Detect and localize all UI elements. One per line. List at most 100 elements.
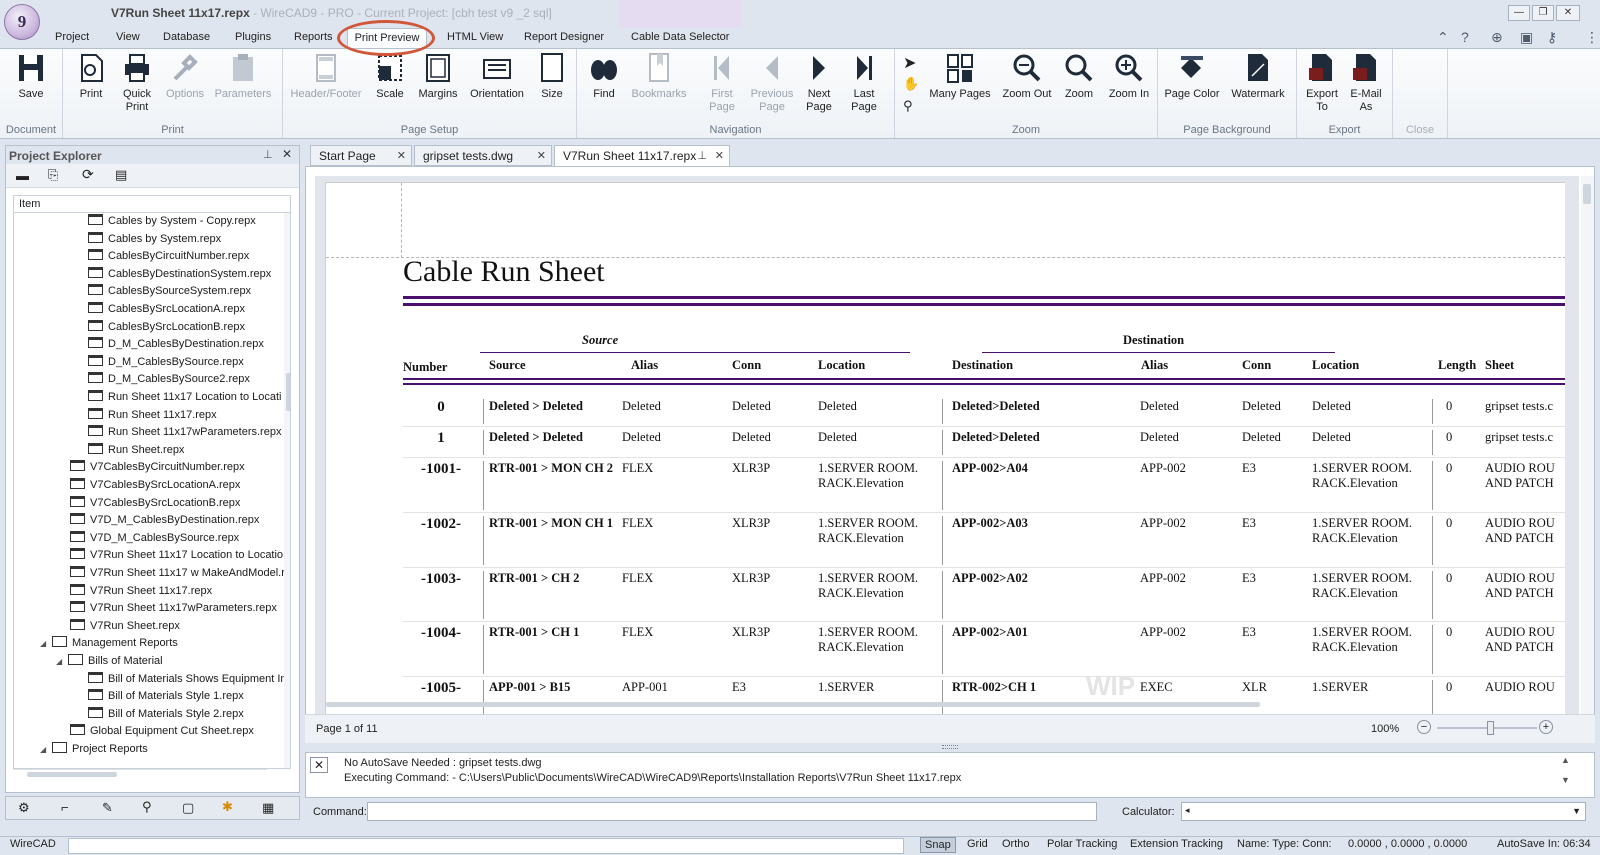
tree-scroll-thumb[interactable] xyxy=(286,373,290,411)
equipment-tab-icon[interactable]: ▦ xyxy=(262,800,274,816)
last-page-button[interactable]: Last Page xyxy=(846,52,882,114)
grid-toggle[interactable]: Grid xyxy=(967,838,988,850)
many-pages-button[interactable]: Many Pages xyxy=(928,52,992,101)
tree-file[interactable]: V7D_M_CablesBySource.repx xyxy=(70,530,239,548)
tab-print-preview[interactable]: Print Preview xyxy=(347,28,427,49)
column-header-item[interactable]: Item xyxy=(13,195,291,213)
tree-file[interactable]: CablesByDestinationSystem.repx xyxy=(88,266,271,284)
preview-vertical-scrollbar[interactable] xyxy=(1581,176,1594,714)
output-scroll-up-icon[interactable]: ▲ xyxy=(1561,755,1570,765)
close-output-button[interactable]: ✕ xyxy=(310,757,328,773)
tree-hscroll-thumb[interactable] xyxy=(27,772,117,777)
globe-icon[interactable]: ⊕ xyxy=(1491,29,1503,46)
pointer-tool-icon[interactable]: ➤ xyxy=(903,53,916,73)
zoom-button[interactable]: Zoom xyxy=(1062,52,1096,101)
sheet-tab-icon[interactable]: ▢ xyxy=(182,800,194,816)
tree-file[interactable]: D_M_CablesBySource2.repx xyxy=(88,372,250,389)
first-page-button[interactable]: First Page xyxy=(704,52,740,114)
tab-view[interactable]: View xyxy=(116,31,140,43)
splitter-grip[interactable] xyxy=(942,745,958,749)
calculator-combo[interactable]: ◂ ▼ xyxy=(1181,802,1586,821)
tree-file[interactable]: Bill of Materials Style 1.repx xyxy=(88,689,244,706)
chevron-down-icon[interactable]: ▼ xyxy=(1572,806,1581,816)
tab-cable-data-selector[interactable]: Cable Data Selector xyxy=(631,31,729,43)
polar-tracking-toggle[interactable]: Polar Tracking xyxy=(1047,838,1117,850)
size-button[interactable]: Size xyxy=(537,52,567,101)
scale-button[interactable]: Scale xyxy=(372,52,408,101)
tree-file[interactable]: Run Sheet 11x17.repx xyxy=(88,407,217,425)
close-tab-icon[interactable]: ✕ xyxy=(397,149,406,162)
tree-file[interactable]: Cables by System.repx xyxy=(88,231,221,249)
orientation-button[interactable]: Orientation xyxy=(467,52,527,101)
tree-file[interactable]: V7Run Sheet.repx xyxy=(70,618,180,636)
tree-folder[interactable]: ◢ Project Reports xyxy=(40,742,148,759)
quick-print-button[interactable]: Quick Print xyxy=(117,52,157,114)
tree-file[interactable]: Run Sheet.repx xyxy=(88,442,184,460)
tree-folder[interactable]: ◢ Bills of Material xyxy=(56,654,163,671)
zoom-slider-thumb[interactable] xyxy=(1487,721,1494,735)
new-file-icon[interactable]: ⎘ xyxy=(48,167,58,183)
find-button[interactable]: Find xyxy=(588,52,620,101)
symbol-tab-icon[interactable]: ✱ xyxy=(222,799,233,815)
magnifier-tool-icon[interactable]: ⚲ xyxy=(903,98,913,114)
doc-tab-start-page[interactable]: Start Page ✕ xyxy=(310,145,412,166)
tree-file[interactable]: V7Run Sheet 11x17.repx xyxy=(70,583,212,601)
page-color-button[interactable]: Page Color xyxy=(1164,52,1220,101)
bookmarks-button[interactable]: Bookmarks xyxy=(630,52,688,101)
database-icon[interactable]: ▤ xyxy=(115,167,127,183)
tab-html-view[interactable]: HTML View xyxy=(447,31,503,43)
tab-reports[interactable]: Reports xyxy=(294,31,333,43)
tree-file[interactable]: V7CablesBySrcLocationA.repx xyxy=(70,478,240,495)
doc-tab-gripset[interactable]: gripset tests.dwg ✕ xyxy=(414,145,552,166)
zoom-out-button[interactable]: Zoom Out xyxy=(1001,52,1053,101)
search-tab-icon[interactable]: ⚲ xyxy=(142,799,152,815)
close-icon[interactable]: ✕ xyxy=(282,147,292,161)
expand-toggle-icon[interactable]: ◢ xyxy=(40,745,52,754)
export-to-button[interactable]: Export To xyxy=(1302,52,1342,114)
expand-toggle-icon[interactable]: ◢ xyxy=(56,657,68,666)
tree-file[interactable]: D_M_CablesBySource.repx xyxy=(88,354,244,372)
help-icon[interactable]: ? xyxy=(1461,29,1469,45)
tree-file[interactable]: Run Sheet 11x17wParameters.repx xyxy=(88,425,281,442)
tree-file[interactable]: V7Run Sheet 11x17 Location to Locatio xyxy=(70,548,283,565)
tree-file[interactable]: CablesBySourceSystem.repx xyxy=(88,284,251,301)
tab-report-designer[interactable]: Report Designer xyxy=(524,31,604,43)
window-icon[interactable]: ▣ xyxy=(1520,29,1533,46)
next-page-button[interactable]: Next Page xyxy=(801,52,837,114)
tree-file[interactable]: Run Sheet 11x17 Location to Locati xyxy=(88,390,281,407)
restore-button[interactable]: ❐ xyxy=(1532,5,1554,21)
close-tab-icon[interactable]: ✕ xyxy=(537,149,546,162)
collapse-ribbon-icon[interactable]: ⌃ xyxy=(1437,29,1449,46)
preview-hscroll-thumb[interactable] xyxy=(326,702,1260,707)
tree-file[interactable]: CablesBySrcLocationB.repx xyxy=(88,319,245,337)
close-window-button[interactable]: ✕ xyxy=(1556,5,1580,21)
hand-tool-icon[interactable]: ✋ xyxy=(903,76,919,92)
zoom-in-button[interactable]: Zoom In xyxy=(1106,52,1152,101)
wire-tab-icon[interactable]: ⌐ xyxy=(61,800,69,815)
tree-horizontal-scrollbar[interactable] xyxy=(13,769,267,779)
save-button[interactable]: Save xyxy=(12,52,50,101)
edit-tab-icon[interactable]: ✎ xyxy=(102,800,113,816)
tree-file[interactable]: Global Equipment Cut Sheet.repx xyxy=(70,724,254,741)
print-button[interactable]: Print xyxy=(74,52,108,101)
output-scroll-down-icon[interactable]: ▼ xyxy=(1561,775,1570,785)
open-folder-icon[interactable]: ▬ xyxy=(16,168,29,183)
parameters-button[interactable]: Parameters xyxy=(213,52,273,101)
tree-file[interactable]: CablesBySrcLocationA.repx xyxy=(88,302,245,319)
command-input[interactable] xyxy=(367,802,1097,821)
app-logo-button[interactable]: 9 xyxy=(4,4,40,40)
zoom-plus-button[interactable]: + xyxy=(1539,720,1553,734)
tree-file[interactable]: Bill of Materials Shows Equipment In xyxy=(88,671,287,689)
tree-file[interactable]: V7CablesByCircuitNumber.repx xyxy=(70,460,245,477)
pin-icon[interactable]: ⊥ xyxy=(263,148,273,161)
margins-button[interactable]: Margins xyxy=(416,52,460,101)
previous-page-button[interactable]: Previous Page xyxy=(746,52,798,114)
tree-file[interactable]: V7Run Sheet 11x17 w MakeAndModel.r xyxy=(70,566,285,583)
zoom-minus-button[interactable]: − xyxy=(1417,720,1431,734)
tab-project[interactable]: Project xyxy=(55,31,89,43)
tree-file[interactable]: D_M_CablesByDestination.repx xyxy=(88,337,264,354)
grip-icon[interactable]: ⋮ xyxy=(1585,29,1599,46)
minimize-button[interactable]: — xyxy=(1508,5,1530,21)
tree-file[interactable]: V7CablesBySrcLocationB.repx xyxy=(70,495,240,513)
snap-toggle[interactable]: Snap xyxy=(920,837,956,853)
